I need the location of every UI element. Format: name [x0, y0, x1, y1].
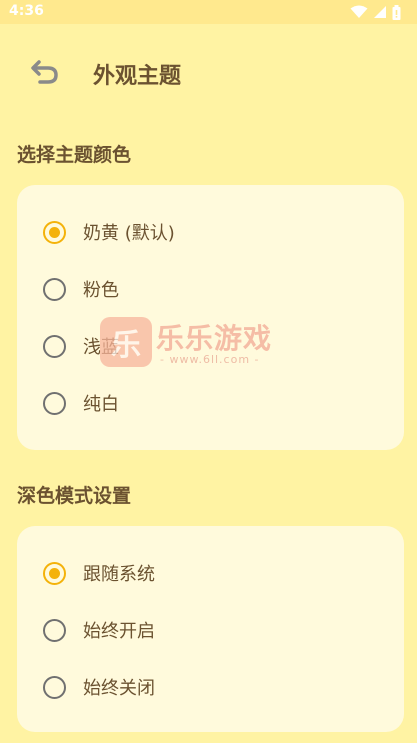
option-label: 始终开启: [83, 621, 155, 642]
status-bar: 4:36: [0, 0, 417, 24]
watermark-logo-char: 乐: [111, 328, 141, 363]
dark-option-always-on[interactable]: 始终开启: [17, 602, 404, 658]
watermark-url: - www.6ll.com -: [160, 353, 260, 366]
theme-option-cream[interactable]: 奶黄 (默认): [17, 204, 404, 260]
radio-button[interactable]: [43, 334, 66, 358]
option-label: 奶黄 (默认): [83, 223, 175, 244]
dark-mode-section-title: 深色模式设置: [17, 485, 132, 507]
radio-button[interactable]: [43, 561, 66, 585]
back-button[interactable]: [22, 52, 68, 92]
option-label: 粉色: [83, 280, 119, 301]
option-label: 跟随系统: [83, 564, 155, 585]
signal-icon: [374, 6, 386, 18]
page-title: 外观主题: [93, 64, 182, 89]
radio-button[interactable]: [43, 277, 66, 301]
theme-option-pink[interactable]: 粉色: [17, 261, 404, 317]
wifi-icon: [350, 5, 368, 18]
radio-button[interactable]: [43, 391, 66, 415]
battery-icon: [392, 4, 401, 20]
radio-button[interactable]: [43, 220, 66, 244]
option-label: 始终关闭: [83, 678, 155, 699]
app-header: 外观主题: [0, 24, 417, 120]
radio-button[interactable]: [43, 618, 66, 642]
back-arrow-icon: [31, 60, 58, 84]
theme-section-title: 选择主题颜色: [17, 144, 132, 166]
radio-button[interactable]: [43, 675, 66, 699]
watermark-logo: 乐: [100, 317, 152, 367]
dark-option-follow-system[interactable]: 跟随系统: [17, 545, 404, 601]
dark-mode-card: 跟随系统 始终开启 始终关闭: [17, 526, 404, 732]
status-icons: [350, 4, 401, 20]
option-label: 纯白: [83, 394, 119, 415]
dark-option-always-off[interactable]: 始终关闭: [17, 659, 404, 715]
watermark: 乐 乐乐游戏 - www.6ll.com -: [100, 317, 290, 371]
watermark-name: 乐乐游戏: [156, 322, 273, 355]
status-time: 4:36: [9, 3, 44, 19]
theme-option-white[interactable]: 纯白: [17, 375, 404, 431]
